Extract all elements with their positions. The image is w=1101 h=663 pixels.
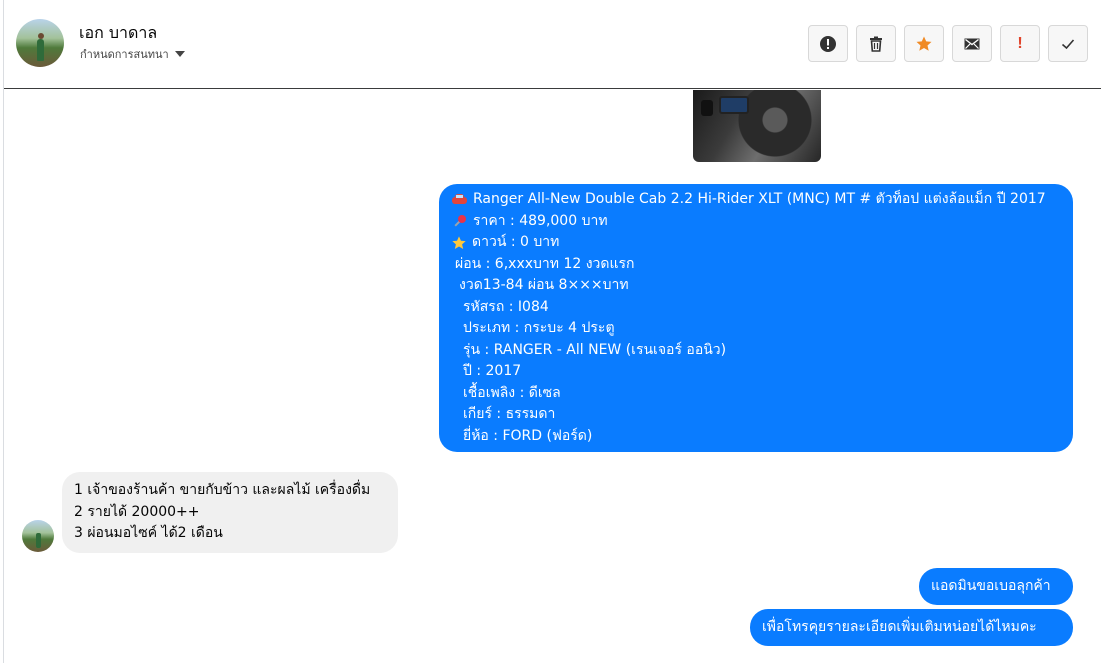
incoming-message[interactable]: 1 เจ้าของร้านค้า ขายกับข้าว และผลไม้ เคร… — [62, 472, 398, 553]
message-line: รุ่น : RANGER - All NEW (เรนเจอร์ ออนิว) — [463, 341, 727, 358]
done-button[interactable] — [1048, 25, 1088, 62]
mail-button[interactable] — [952, 25, 992, 62]
header-toolbar: ! — [808, 25, 1088, 62]
messenger-window: เอก บาดาล กำหนดการสนทนา ! Ranger All-New… — [0, 0, 1101, 663]
delete-button[interactable] — [856, 25, 896, 62]
important-button[interactable]: ! — [1000, 25, 1040, 62]
message-thread[interactable]: Ranger All-New Double Cab 2.2 Hi-Rider X… — [4, 90, 1101, 663]
star-emoji — [452, 236, 466, 249]
pushpin-emoji — [451, 214, 468, 229]
outgoing-message[interactable]: แอดมินขอเบอลุกค้า — [919, 568, 1073, 605]
message-line: Ranger All-New Double Cab 2.2 Hi-Rider X… — [451, 189, 1061, 211]
message-line: ปี : 2017 — [463, 363, 522, 379]
message-line: ยี่ห้อ : FORD (ฟอร์ด) — [463, 427, 593, 444]
message-line: เชื้อเพลิง : ดีเซล — [463, 384, 561, 401]
message-line: เกียร์ : ธรรมดา — [463, 406, 556, 422]
mail-icon — [964, 38, 980, 49]
message-line: ราคา : 489,000 บาท — [451, 211, 1061, 233]
contact-name[interactable]: เอก บาดาล — [79, 21, 157, 46]
check-icon — [1061, 38, 1075, 49]
caret-down-icon — [174, 51, 185, 57]
contact-avatar[interactable] — [16, 19, 64, 67]
message-line: ประเภท : กระบะ 4 ประตู — [463, 320, 615, 336]
report-icon — [820, 35, 836, 52]
car-interior-photo[interactable] — [693, 90, 821, 162]
schedule-label: กำหนดการสนทนา — [80, 48, 169, 61]
message-line: 1 เจ้าของร้านค้า ขายกับข้าว และผลไม้ เคร… — [74, 482, 371, 498]
outgoing-message[interactable]: เพื่อโทรคุยรายละเอียดเพิ่มเติมหน่อยได้ไห… — [750, 609, 1073, 646]
message-line: 2 รายได้ 20000++ — [74, 503, 200, 520]
message-line: รหัสรถ : I084 — [463, 298, 549, 315]
message-line: 3 ผ่อนมอไซค์ ได้2 เดือน — [74, 525, 223, 541]
star-icon — [916, 36, 932, 51]
listing-message[interactable]: Ranger All-New Double Cab 2.2 Hi-Rider X… — [439, 184, 1073, 452]
listing-price: ราคา : 489,000 บาท — [473, 212, 608, 229]
sender-avatar[interactable] — [22, 520, 54, 552]
report-button[interactable] — [808, 25, 848, 62]
important-icon: ! — [1017, 34, 1023, 52]
listing-down-payment: ดาวน์ : 0 บาท — [472, 234, 560, 250]
conversation-header: เอก บาดาล กำหนดการสนทนา ! — [4, 0, 1101, 89]
schedule-dropdown[interactable]: กำหนดการสนทนา — [80, 45, 185, 63]
star-button[interactable] — [904, 25, 944, 62]
message-line: ดาวน์ : 0 บาท — [451, 232, 1061, 254]
listing-title: Ranger All-New Double Cab 2.2 Hi-Rider X… — [473, 191, 1046, 207]
trash-icon — [870, 36, 882, 52]
message-line: ผ่อน : 6,xxxบาท 12 งวดแรก — [455, 255, 635, 272]
message-line: งวด13-84 ผ่อน 8×××บาท — [459, 277, 629, 293]
car-emoji — [451, 192, 468, 207]
